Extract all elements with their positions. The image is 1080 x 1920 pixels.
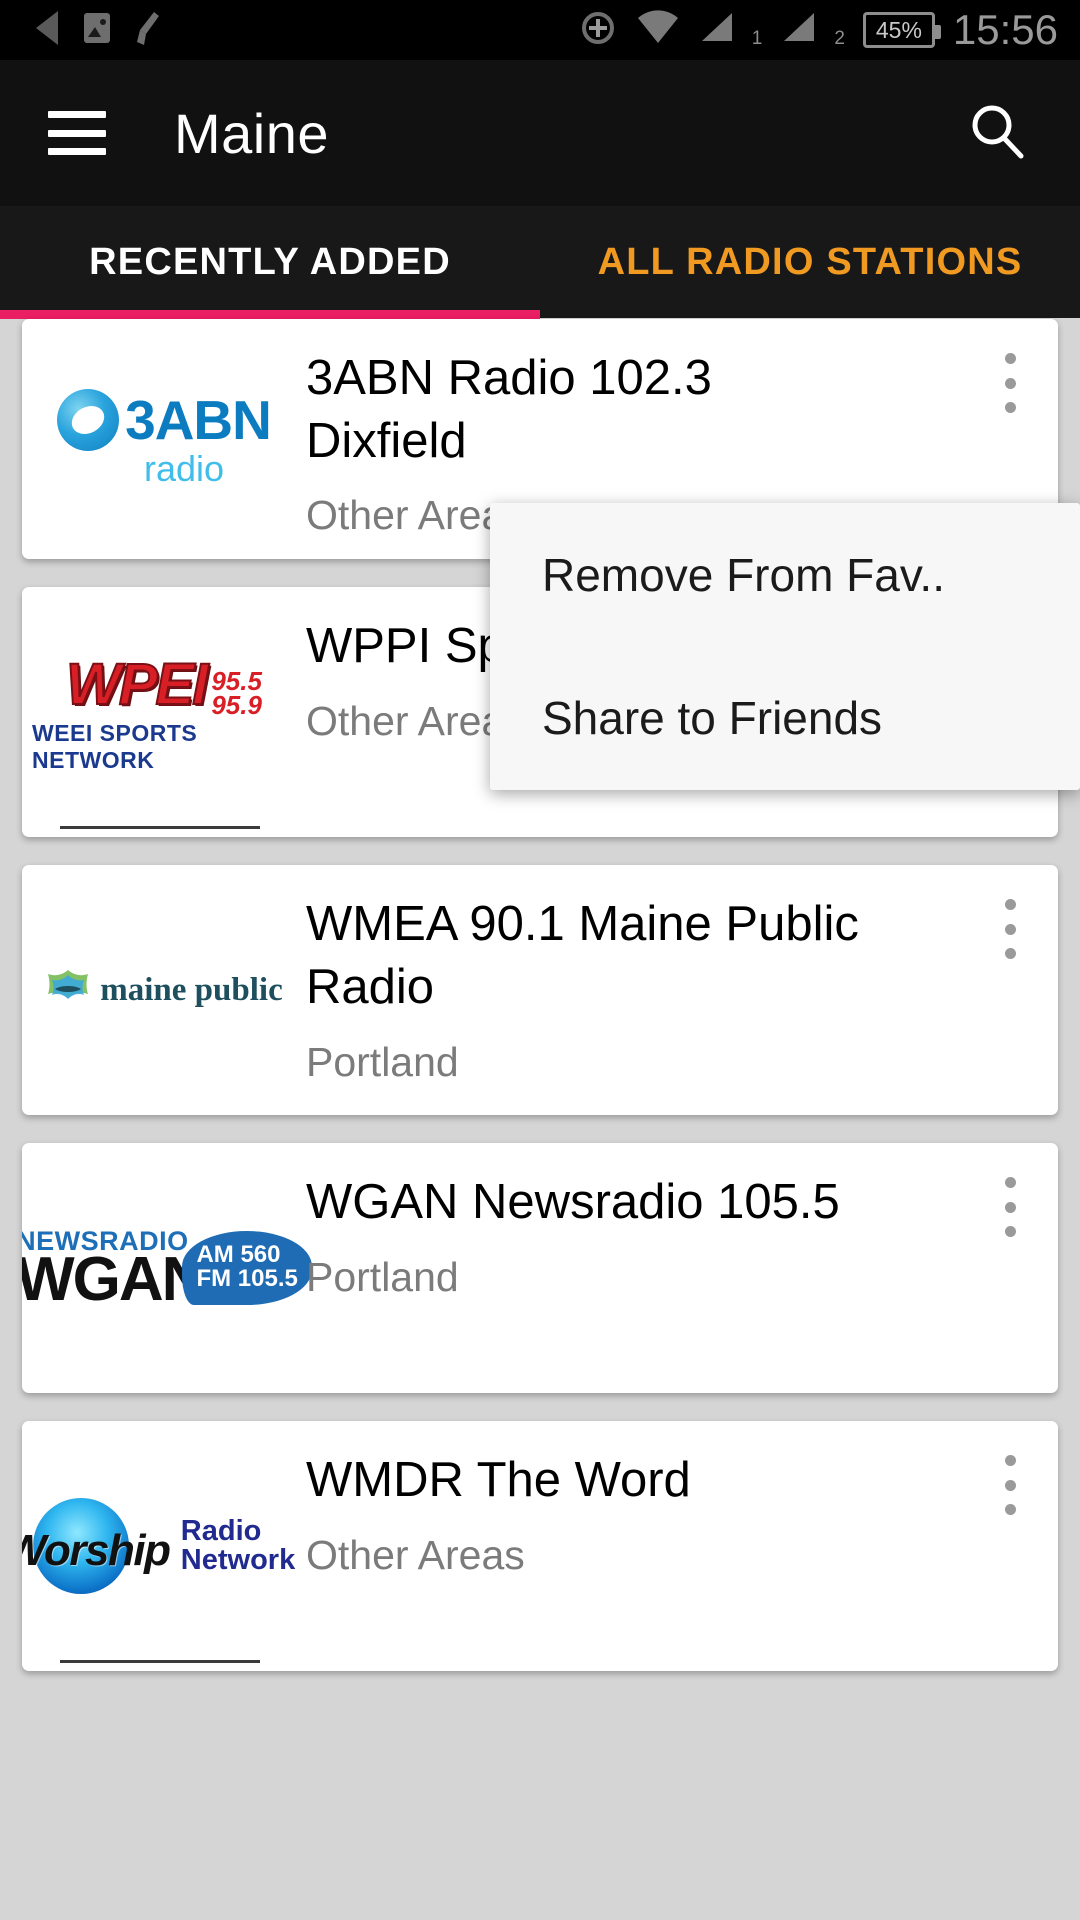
overflow-menu-icon[interactable] [988, 893, 1032, 965]
menu-item-label: Remove From Fav.. [542, 548, 945, 601]
context-menu[interactable]: Remove From Fav.. Share to Friends [490, 503, 1080, 790]
status-bar-right-icons: 1 2 45% 15:56 [578, 6, 1080, 54]
screenshot-icon [578, 8, 618, 53]
image-icon [80, 9, 114, 52]
status-bar: 1 2 45% 15:56 [0, 0, 1080, 60]
3abn-logo-subtext: radio [143, 448, 225, 490]
worship-network-text: Network [180, 1544, 296, 1577]
maine-public-logo-text: maine public [100, 971, 283, 1008]
3abn-radio-logo: 3ABN radio [57, 388, 272, 490]
app-bar: Maine [0, 60, 1080, 206]
station-title: WMEA 90.1 Maine Public Radio [306, 897, 859, 1015]
worship-radio-text: Radio [180, 1515, 262, 1548]
station-logo: Worship Radio Network [22, 1421, 306, 1671]
worship-logo-text: Worship [22, 1526, 171, 1576]
station-area: Portland [306, 1038, 459, 1085]
back-icon [28, 9, 62, 52]
signal-1-label: 1 [751, 28, 763, 49]
maine-public-logo: maine public [45, 967, 283, 1013]
list-item[interactable]: NEWSRADIO WGAN AM 560 FM 105.5 WGAN News… [22, 1143, 1058, 1394]
status-bar-clock: 15:56 [952, 6, 1058, 53]
card-divider [60, 1660, 260, 1664]
hamburger-icon[interactable] [48, 111, 106, 155]
station-info: WMEA 90.1 Maine Public Radio Portland [306, 865, 1058, 1115]
station-logo: NEWSRADIO WGAN AM 560 FM 105.5 [22, 1143, 312, 1393]
worship-orb-icon: Worship [22, 1498, 171, 1595]
wgan-logo: NEWSRADIO WGAN AM 560 FM 105.5 [22, 1228, 312, 1314]
tab-bar: RECENTLY ADDED ALL RADIO STATIONS [0, 206, 1080, 318]
battery-label: 45% [875, 16, 922, 43]
wpei-network-text: WEEI SPORTS NETWORK [32, 719, 198, 773]
station-logo: maine public [22, 865, 306, 1115]
menu-item-label: Share to Friends [542, 691, 883, 744]
wpei-freq-2: 95.9 [211, 690, 262, 721]
3abn-logo-text: 3ABN [125, 389, 272, 452]
wgan-am-text: AM 560 [196, 1241, 281, 1269]
tab-active-indicator [0, 310, 540, 319]
signal-2-icon [780, 9, 820, 52]
overflow-menu-icon[interactable] [988, 1171, 1032, 1243]
worship-radio-network-logo: Worship Radio Network [22, 1498, 296, 1595]
phone-screen: 1 2 45% 15:56 Maine RECENTLY ADDED ALL R… [0, 0, 1080, 1920]
overflow-menu-icon[interactable] [988, 347, 1032, 419]
station-title: WMDR The Word [306, 1453, 691, 1508]
overflow-menu-icon[interactable] [988, 1449, 1032, 1521]
tab-recently-added[interactable]: RECENTLY ADDED [0, 206, 540, 318]
card-divider [60, 826, 260, 830]
tab-recently-added-label: RECENTLY ADDED [89, 240, 451, 283]
wgan-fm-text: FM 105.5 [196, 1265, 298, 1293]
search-icon[interactable] [966, 100, 1028, 167]
3abn-globe-icon [57, 389, 120, 452]
wpei-logo-text: WPEI [65, 651, 209, 718]
tab-all-radio-stations[interactable]: ALL RADIO STATIONS [540, 206, 1080, 318]
station-info: WMDR The Word Other Areas [306, 1421, 1058, 1671]
maine-public-mark-icon [45, 967, 91, 1013]
station-area: Portland [306, 1254, 459, 1301]
menu-item-remove-from-favorites[interactable]: Remove From Fav.. [490, 503, 1080, 646]
wifi-icon [636, 9, 680, 52]
signal-2-label: 2 [834, 28, 845, 49]
station-info: WGAN Newsradio 105.5 Portland [306, 1143, 1058, 1393]
status-bar-left-icons [0, 9, 166, 52]
wgan-frequency-bubble: AM 560 FM 105.5 [182, 1231, 312, 1306]
station-area: Other Areas [306, 1532, 525, 1579]
broom-icon [132, 9, 166, 52]
list-item[interactable]: maine public WMEA 90.1 Maine Public Radi… [22, 865, 1058, 1116]
page-title: Maine [174, 101, 330, 165]
station-title: WGAN Newsradio 105.5 [306, 1175, 840, 1230]
wpei-logo: WPEI 95.5 95.9 WEEI SPORTS NETWORK [32, 651, 296, 774]
list-item[interactable]: Worship Radio Network WMDR The Word Othe… [22, 1421, 1058, 1672]
wgan-callsign-text: WGAN [22, 1244, 206, 1314]
signal-1-icon [698, 9, 738, 52]
menu-item-share-to-friends[interactable]: Share to Friends [490, 646, 1080, 789]
station-title: 3ABN Radio 102.3 Dixfield [306, 351, 712, 468]
station-logo: WPEI 95.5 95.9 WEEI SPORTS NETWORK [22, 587, 306, 837]
battery-icon: 45% [862, 12, 941, 48]
tab-all-radio-stations-label: ALL RADIO STATIONS [597, 240, 1023, 283]
station-logo: 3ABN radio [22, 319, 306, 559]
